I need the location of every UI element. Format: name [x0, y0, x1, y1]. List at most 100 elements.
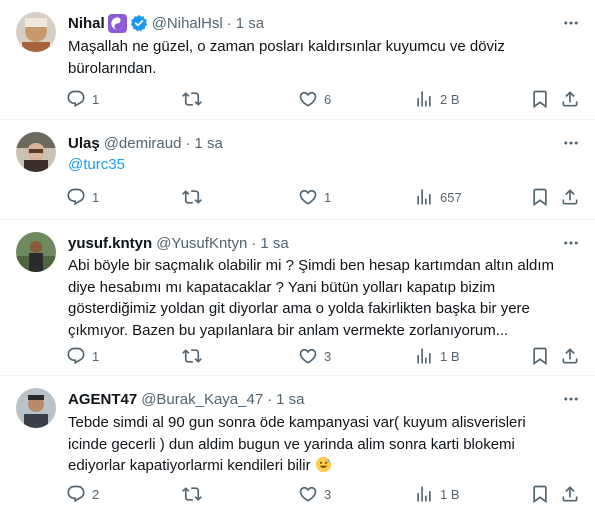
timestamp[interactable]: 1 sa: [260, 235, 288, 252]
mention-link[interactable]: @turc35: [68, 154, 573, 176]
avatar[interactable]: [16, 232, 56, 272]
tweet-actions: 1 3 1 B: [62, 344, 582, 368]
separator-dot: ·: [185, 134, 191, 152]
separator-dot: ·: [267, 390, 273, 408]
display-name[interactable]: Nihal: [68, 15, 105, 32]
tweet-text: Maşallah ne güzel, o zaman posları kaldı…: [68, 38, 505, 77]
reply-count: 1: [92, 189, 100, 205]
separator-dot: ·: [226, 14, 232, 32]
share-icon: [562, 189, 578, 205]
timestamp[interactable]: 1 sa: [194, 135, 222, 152]
views-button[interactable]: 1 B: [414, 344, 460, 368]
tweet[interactable]: Ulaş @demiraud · 1 sa @turc35 1 1 657: [0, 120, 595, 220]
bookmark-icon: [533, 347, 547, 366]
grinning-sweat-emoji: [315, 456, 332, 473]
tweet-actions: 1 6 2 B: [62, 87, 582, 111]
views-count: 657: [440, 189, 462, 205]
like-count: 3: [324, 348, 332, 364]
bookmark-button[interactable]: [530, 482, 550, 506]
bookmark-icon: [533, 485, 547, 504]
views-count: 1 B: [440, 348, 460, 364]
share-icon: [562, 486, 578, 502]
bookmark-icon: [533, 188, 547, 207]
user-handle[interactable]: @YusufKntyn: [156, 235, 247, 252]
reply-count: 2: [92, 486, 100, 502]
share-button[interactable]: [560, 185, 580, 209]
more-icon[interactable]: [561, 133, 581, 153]
avatar[interactable]: [16, 12, 56, 52]
user-handle[interactable]: @Burak_Kaya_47: [141, 391, 263, 408]
views-count: 1 B: [440, 486, 460, 502]
display-name[interactable]: yusuf.kntyn: [68, 235, 152, 252]
share-icon: [562, 348, 578, 364]
reply-button[interactable]: 1: [66, 344, 99, 368]
share-button[interactable]: [560, 344, 580, 368]
tweet-actions: 1 1 657: [62, 185, 582, 209]
reply-icon: [67, 188, 85, 206]
retweet-button[interactable]: [182, 482, 202, 506]
retweet-button[interactable]: [182, 344, 202, 368]
reply-button[interactable]: 2: [66, 482, 99, 506]
avatar[interactable]: [16, 388, 56, 428]
like-count: 3: [324, 486, 332, 502]
like-button[interactable]: 6: [298, 87, 331, 111]
separator-dot: ·: [251, 234, 257, 252]
reply-count: 1: [92, 348, 100, 364]
reply-count: 1: [92, 91, 100, 107]
views-icon: [417, 189, 431, 205]
tweet-text: Tebde simdi al 90 gun sonra öde kampanya…: [68, 412, 573, 477]
bookmark-button[interactable]: [530, 87, 550, 111]
tweet-text: Abi böyle bir saçmalık olabilir mi ? Şim…: [68, 257, 555, 339]
like-icon: [299, 486, 317, 502]
views-icon: [417, 91, 431, 107]
reply-button[interactable]: 1: [66, 87, 99, 111]
user-handle[interactable]: @NihalHsl: [152, 15, 223, 32]
more-icon[interactable]: [561, 389, 581, 409]
tweet[interactable]: yusuf.kntyn @YusufKntyn · 1 sa Abi böyle…: [0, 220, 595, 376]
like-icon: [299, 91, 317, 107]
share-button[interactable]: [560, 87, 580, 111]
views-button[interactable]: 657: [414, 185, 462, 209]
like-button[interactable]: 3: [298, 482, 331, 506]
display-name[interactable]: Ulaş: [68, 135, 100, 152]
share-button[interactable]: [560, 482, 580, 506]
retweet-icon: [182, 349, 202, 363]
bookmark-button[interactable]: [530, 344, 550, 368]
like-icon: [299, 348, 317, 364]
bookmark-icon: [533, 90, 547, 109]
like-count: 1: [324, 189, 332, 205]
tweet-text-body: Tebde simdi al 90 gun sonra öde kampanya…: [68, 414, 526, 474]
verified-badge-icon[interactable]: [130, 14, 148, 32]
retweet-button[interactable]: [182, 185, 202, 209]
like-button[interactable]: 1: [298, 185, 331, 209]
retweet-icon: [182, 190, 202, 204]
views-button[interactable]: 2 B: [414, 87, 460, 111]
views-icon: [417, 486, 431, 502]
views-button[interactable]: 1 B: [414, 482, 460, 506]
retweet-icon: [182, 92, 202, 106]
retweet-button[interactable]: [182, 87, 202, 111]
yin-yang-icon: [107, 13, 127, 33]
share-icon: [562, 91, 578, 107]
timestamp[interactable]: 1 sa: [236, 15, 264, 32]
more-icon[interactable]: [561, 13, 581, 33]
views-icon: [417, 348, 431, 364]
tweet[interactable]: AGENT47 @Burak_Kaya_47 · 1 sa Tebde simd…: [0, 376, 595, 514]
tweet-actions: 2 3 1 B: [62, 482, 582, 506]
reply-icon: [67, 485, 85, 503]
user-handle[interactable]: @demiraud: [104, 135, 182, 152]
tweet[interactable]: Nihal @NihalHsl · 1 sa Maşallah ne güzel…: [0, 0, 595, 120]
more-icon[interactable]: [561, 233, 581, 253]
timestamp[interactable]: 1 sa: [276, 391, 304, 408]
like-icon: [299, 189, 317, 205]
reply-icon: [67, 90, 85, 108]
retweet-icon: [182, 487, 202, 501]
avatar[interactable]: [16, 132, 56, 172]
views-count: 2 B: [440, 91, 460, 107]
like-count: 6: [324, 91, 332, 107]
reply-button[interactable]: 1: [66, 185, 99, 209]
bookmark-button[interactable]: [530, 185, 550, 209]
reply-icon: [67, 347, 85, 365]
display-name[interactable]: AGENT47: [68, 391, 137, 408]
like-button[interactable]: 3: [298, 344, 331, 368]
